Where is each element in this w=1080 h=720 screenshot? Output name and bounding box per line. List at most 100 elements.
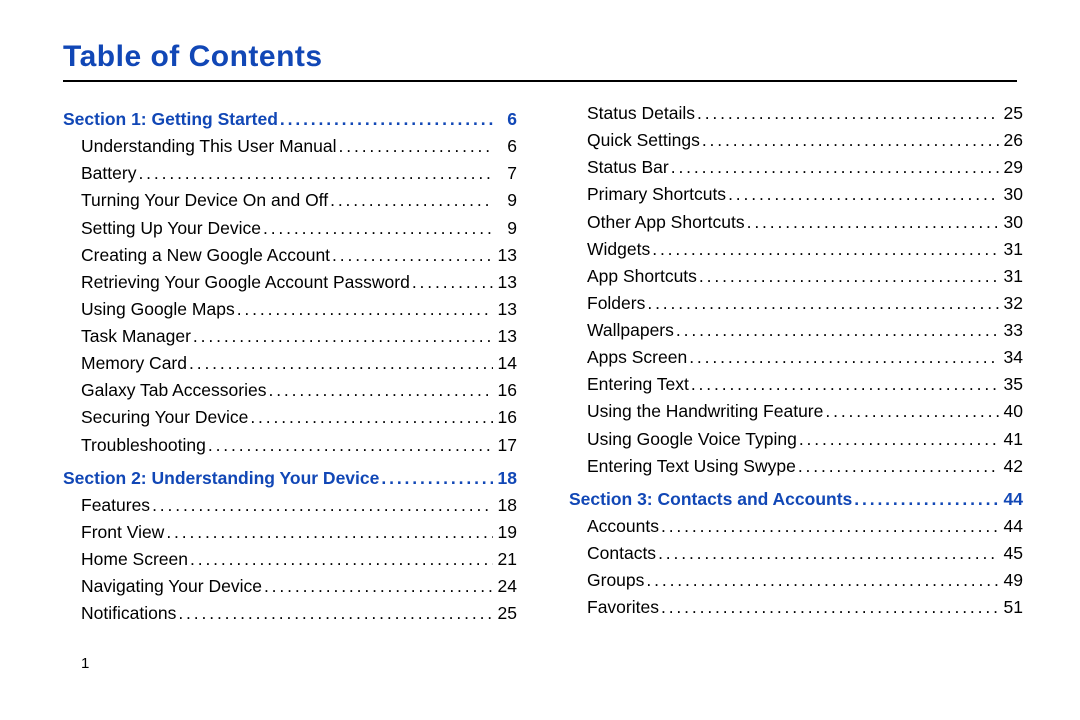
toc-page-number: 33 bbox=[1001, 317, 1023, 344]
toc-page-number: 30 bbox=[1001, 181, 1023, 208]
toc-entry[interactable]: Using Google Voice Typing41 bbox=[569, 426, 1023, 453]
toc-entry[interactable]: Home Screen 21 bbox=[63, 546, 517, 573]
toc-entry-label: Setting Up Your Device bbox=[81, 215, 261, 242]
toc-column-right: Status Details25Quick Settings26Status B… bbox=[569, 100, 1023, 627]
toc-page-number: 29 bbox=[1001, 154, 1023, 181]
toc-entry-label: Widgets bbox=[587, 236, 650, 263]
leader-dots bbox=[412, 269, 493, 296]
toc-page-number: 9 bbox=[495, 215, 517, 242]
leader-dots bbox=[699, 263, 999, 290]
toc-page-number: 49 bbox=[1001, 567, 1023, 594]
toc-entry-label: Retrieving Your Google Account Password bbox=[81, 269, 410, 296]
toc-entry[interactable]: Galaxy Tab Accessories 16 bbox=[63, 377, 517, 404]
toc-entry-label: Using the Handwriting Feature bbox=[587, 398, 823, 425]
toc-page: Table of Contents Section 1: Getting Sta… bbox=[0, 0, 1080, 672]
toc-page-number: 7 bbox=[495, 160, 517, 187]
toc-entry-label: Status Details bbox=[587, 100, 695, 127]
leader-dots bbox=[661, 594, 999, 621]
toc-page-number: 18 bbox=[495, 465, 517, 492]
toc-page-number: 18 bbox=[495, 492, 517, 519]
toc-section[interactable]: Section 3: Contacts and Accounts44 bbox=[569, 486, 1023, 513]
toc-entry[interactable]: Contacts45 bbox=[569, 540, 1023, 567]
toc-entry[interactable]: Battery 7 bbox=[63, 160, 517, 187]
toc-entry[interactable]: Apps Screen34 bbox=[569, 344, 1023, 371]
toc-entry[interactable]: Setting Up Your Device 9 bbox=[63, 215, 517, 242]
leader-dots bbox=[697, 100, 999, 127]
page-title: Table of Contents bbox=[63, 40, 1017, 74]
toc-entry[interactable]: Using Google Maps13 bbox=[63, 296, 517, 323]
leader-dots bbox=[268, 377, 493, 404]
leader-dots bbox=[691, 371, 999, 398]
toc-page-number: 13 bbox=[495, 323, 517, 350]
toc-page-number: 16 bbox=[495, 377, 517, 404]
toc-entry[interactable]: Other App Shortcuts 30 bbox=[569, 209, 1023, 236]
toc-entry[interactable]: Features18 bbox=[63, 492, 517, 519]
toc-entry[interactable]: Quick Settings26 bbox=[569, 127, 1023, 154]
toc-entry[interactable]: Primary Shortcuts30 bbox=[569, 181, 1023, 208]
toc-page-number: 31 bbox=[1001, 263, 1023, 290]
toc-entry-label: Battery bbox=[81, 160, 136, 187]
toc-entry[interactable]: Accounts44 bbox=[569, 513, 1023, 540]
toc-page-number: 14 bbox=[495, 350, 517, 377]
toc-entry[interactable]: Status Details25 bbox=[569, 100, 1023, 127]
toc-entry[interactable]: Entering Text35 bbox=[569, 371, 1023, 398]
toc-entry[interactable]: Notifications25 bbox=[63, 600, 517, 627]
toc-section[interactable]: Section 1: Getting Started6 bbox=[63, 106, 517, 133]
toc-entry[interactable]: Task Manager13 bbox=[63, 323, 517, 350]
leader-dots bbox=[799, 426, 999, 453]
toc-page-number: 45 bbox=[1001, 540, 1023, 567]
toc-entry-label: Using Google Voice Typing bbox=[587, 426, 797, 453]
leader-dots bbox=[689, 344, 999, 371]
toc-entry[interactable]: Securing Your Device16 bbox=[63, 404, 517, 431]
toc-section[interactable]: Section 2: Understanding Your Device18 bbox=[63, 465, 517, 492]
leader-dots bbox=[747, 209, 999, 236]
toc-entry[interactable]: Wallpapers33 bbox=[569, 317, 1023, 344]
toc-entry[interactable]: Using the Handwriting Feature40 bbox=[569, 398, 1023, 425]
toc-page-number: 35 bbox=[1001, 371, 1023, 398]
toc-page-number: 6 bbox=[495, 133, 517, 160]
toc-entry[interactable]: Troubleshooting17 bbox=[63, 432, 517, 459]
toc-page-number: 51 bbox=[1001, 594, 1023, 621]
toc-entry-label: Understanding This User Manual bbox=[81, 133, 337, 160]
leader-dots bbox=[661, 513, 999, 540]
toc-entry[interactable]: App Shortcuts 31 bbox=[569, 263, 1023, 290]
leader-dots bbox=[825, 398, 999, 425]
leader-dots bbox=[178, 600, 493, 627]
toc-entry-label: Using Google Maps bbox=[81, 296, 235, 323]
toc-page-number: 24 bbox=[495, 573, 517, 600]
toc-page-number: 9 bbox=[495, 187, 517, 214]
leader-dots bbox=[152, 492, 493, 519]
leader-dots bbox=[138, 160, 493, 187]
toc-entry[interactable]: Entering Text Using Swype42 bbox=[569, 453, 1023, 480]
toc-entry[interactable]: Groups49 bbox=[569, 567, 1023, 594]
toc-entry[interactable]: Memory Card14 bbox=[63, 350, 517, 377]
toc-page-number: 13 bbox=[495, 269, 517, 296]
toc-entry-label: Front View bbox=[81, 519, 164, 546]
toc-entry-label: Other App Shortcuts bbox=[587, 209, 745, 236]
toc-page-number: 42 bbox=[1001, 453, 1023, 480]
toc-entry-label: Galaxy Tab Accessories bbox=[81, 377, 266, 404]
toc-entry[interactable]: Creating a New Google Account13 bbox=[63, 242, 517, 269]
leader-dots bbox=[339, 133, 493, 160]
leader-dots bbox=[237, 296, 493, 323]
toc-column-left: Section 1: Getting Started6Understanding… bbox=[63, 100, 517, 627]
toc-entry[interactable]: Understanding This User Manual 6 bbox=[63, 133, 517, 160]
toc-entry[interactable]: Turning Your Device On and Off9 bbox=[63, 187, 517, 214]
leader-dots bbox=[646, 567, 999, 594]
toc-page-number: 31 bbox=[1001, 236, 1023, 263]
toc-entry-label: App Shortcuts bbox=[587, 263, 697, 290]
leader-dots bbox=[381, 465, 493, 492]
toc-entry[interactable]: Widgets 31 bbox=[569, 236, 1023, 263]
toc-entry[interactable]: Front View19 bbox=[63, 519, 517, 546]
toc-entry[interactable]: Retrieving Your Google Account Password 1… bbox=[63, 269, 517, 296]
toc-page-number: 21 bbox=[495, 546, 517, 573]
toc-entry-label: Home Screen bbox=[81, 546, 188, 573]
toc-page-number: 30 bbox=[1001, 209, 1023, 236]
toc-entry[interactable]: Folders32 bbox=[569, 290, 1023, 317]
leader-dots bbox=[208, 432, 493, 459]
leader-dots bbox=[652, 236, 999, 263]
toc-entry[interactable]: Status Bar29 bbox=[569, 154, 1023, 181]
toc-entry[interactable]: Favorites51 bbox=[569, 594, 1023, 621]
toc-page-number: 17 bbox=[495, 432, 517, 459]
toc-entry[interactable]: Navigating Your Device24 bbox=[63, 573, 517, 600]
